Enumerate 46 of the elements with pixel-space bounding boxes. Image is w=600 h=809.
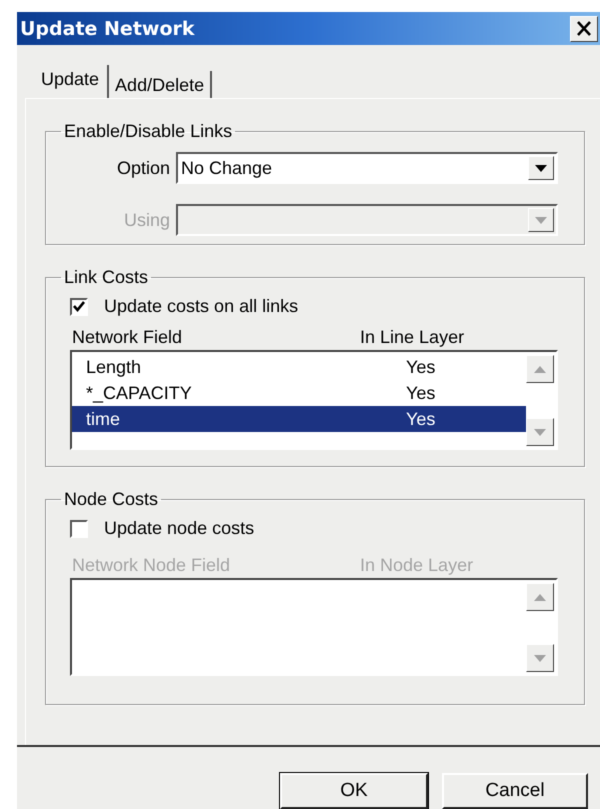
close-icon xyxy=(576,21,592,36)
close-button[interactable] xyxy=(570,16,598,42)
up-arrow-icon xyxy=(534,366,546,373)
field-label: Using xyxy=(124,210,170,231)
window-title: Update Network xyxy=(20,18,195,40)
dialog-button[interactable]: OK xyxy=(280,773,428,809)
list-row[interactable]: *_CAPACITY Yes xyxy=(72,380,526,406)
layer-value: Yes xyxy=(406,408,436,430)
dropdown-value: No Change xyxy=(181,158,272,179)
group-title: Node Costs xyxy=(63,489,160,510)
layer-value: Yes xyxy=(406,356,436,378)
scroll-up-button[interactable] xyxy=(526,355,554,384)
down-arrow-icon xyxy=(535,164,547,172)
checkbox[interactable] xyxy=(70,298,88,316)
list-box[interactable]: Length Yes *_CAPACITY Yes time Yes xyxy=(70,350,558,450)
list-row[interactable]: time Yes xyxy=(72,406,526,432)
tab[interactable]: Add/Delete xyxy=(109,71,212,100)
group-title: Link Costs xyxy=(63,267,150,288)
list-box[interactable] xyxy=(70,578,558,676)
field-label: Option xyxy=(116,158,170,179)
group-title: Enable/Disable Links xyxy=(63,121,234,142)
down-arrow-icon xyxy=(535,216,547,224)
tab[interactable]: Update xyxy=(33,65,110,98)
scroll-up-button[interactable] xyxy=(526,583,554,612)
field-name: *_CAPACITY xyxy=(85,382,193,404)
down-arrow-icon xyxy=(534,428,546,436)
column-header: Network Field xyxy=(72,327,184,348)
field-name: time xyxy=(85,408,122,430)
dropdown[interactable] xyxy=(176,204,558,236)
scroll-down-button[interactable] xyxy=(526,644,554,672)
scroll-down-button[interactable] xyxy=(526,418,554,446)
dropdown-button[interactable] xyxy=(528,208,554,232)
checkbox-label: Update node costs xyxy=(104,518,254,540)
checkbox-label: Update costs on all links xyxy=(104,296,298,318)
list-row[interactable]: Length Yes xyxy=(72,354,526,380)
down-arrow-icon xyxy=(534,654,546,662)
dialog-button[interactable]: Cancel xyxy=(442,773,588,809)
column-header: In Node Layer xyxy=(360,555,474,576)
dropdown-button[interactable] xyxy=(528,156,554,180)
column-header: In Line Layer xyxy=(360,327,466,348)
layer-value: Yes xyxy=(406,382,436,404)
up-arrow-icon xyxy=(534,594,546,601)
dropdown[interactable]: No Change xyxy=(176,152,558,184)
field-name: Length xyxy=(85,356,142,378)
check-icon xyxy=(73,301,85,312)
column-header: Network Node Field xyxy=(72,555,232,576)
